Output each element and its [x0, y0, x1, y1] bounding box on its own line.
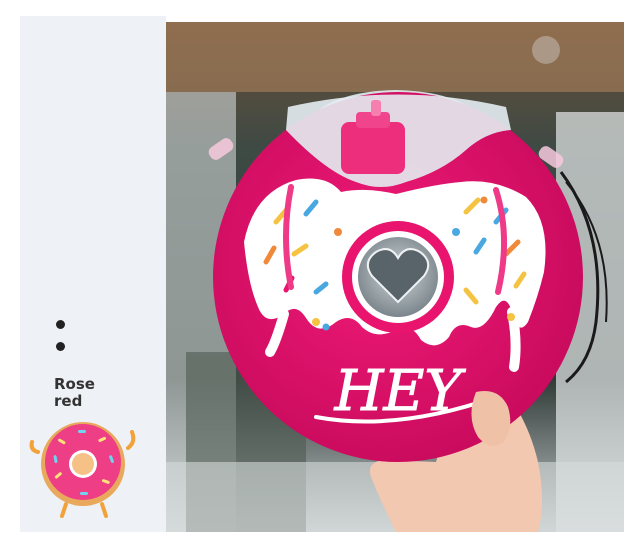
- color-variant-label-line2: red: [54, 392, 83, 410]
- hey-lettering: HEY: [334, 359, 467, 424]
- color-variant-label: Rose red: [54, 376, 154, 410]
- product-photo: HEY: [166, 22, 624, 532]
- donut-mascot-icon: [29, 422, 136, 518]
- dot-2[interactable]: [56, 342, 65, 351]
- product-detail-image: Rose red HEY: [0, 0, 640, 550]
- donut-bottle-photo: HEY: [166, 22, 624, 532]
- pagination-dots: [56, 320, 68, 364]
- dot-1[interactable]: [56, 320, 65, 329]
- color-variant-label-line1: Rose: [54, 375, 95, 393]
